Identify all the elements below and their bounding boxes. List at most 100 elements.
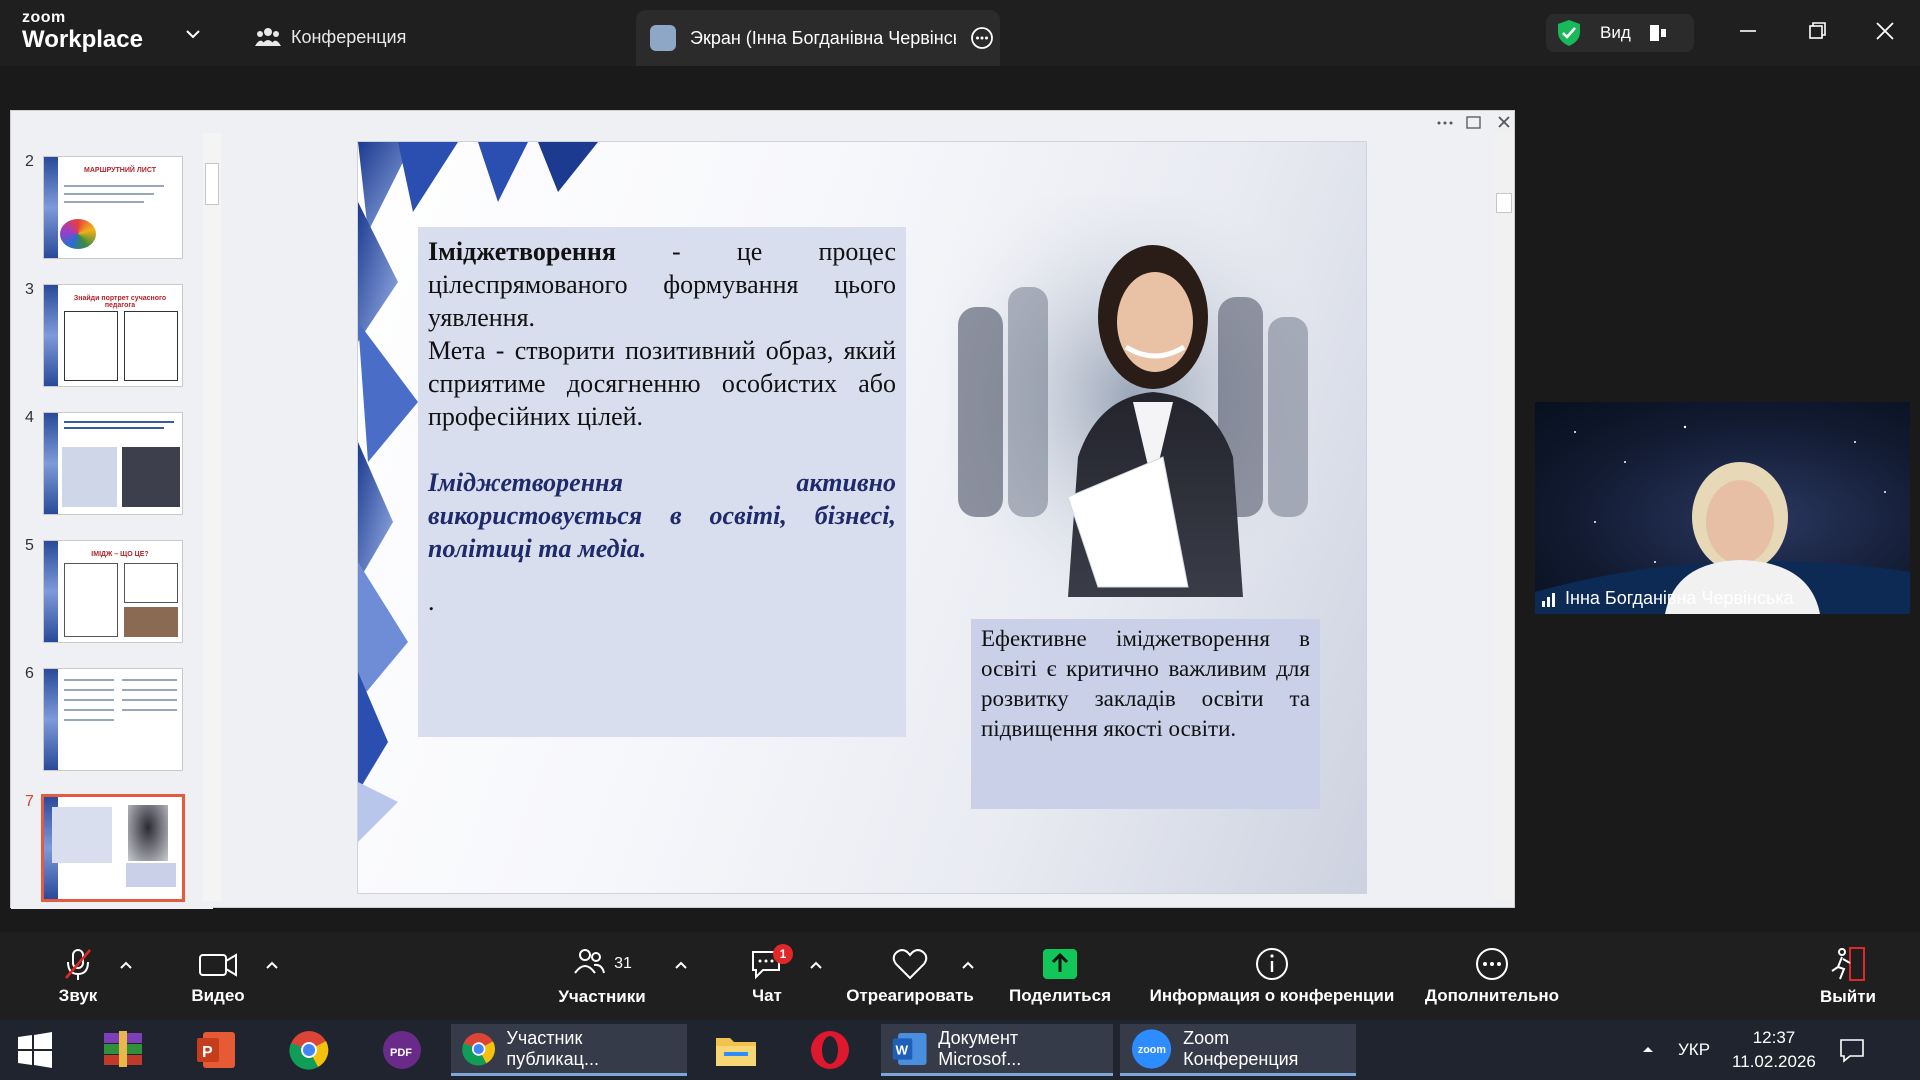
definition-paragraph: Іміджетворення - це процес цілеспрямован… [428,235,896,334]
slide-thumbnail[interactable]: МАРШРУТНИЙ ЛИСТ [43,156,183,259]
more-button[interactable]: Дополнительно [1422,932,1562,1020]
slide-scrollbar[interactable] [1494,133,1514,899]
zoom-logo: zoom Workplace [22,10,143,52]
opera-icon [811,1031,849,1069]
term-bold: Іміджетворення [428,237,616,266]
slide-thumbnails-pane: 2 МАРШРУТНИЙ ЛИСТ 3 Знайди портрет сучас… [11,111,213,909]
clock-date: 11.02.2026 [1732,1052,1816,1071]
participants-count: 31 [614,955,632,972]
top-arrows-decoration [478,142,598,202]
video-button[interactable]: Видео [188,932,248,1020]
slide-thumbnail-selected[interactable] [41,794,185,902]
slide-text-box-secondary: Ефективне іміджетворення в освіті є крит… [971,619,1320,809]
shield-check-icon [1558,20,1580,46]
tab-conference-label: Конференция [291,26,407,47]
svg-text:PDF: PDF [390,1047,412,1059]
language-indicator[interactable]: УКР [1678,1040,1710,1060]
slide-thumbnail[interactable]: Знайди портрет сучасного педагога [43,284,183,387]
video-label: Видео [191,986,245,1005]
react-options-caret-icon[interactable] [960,958,976,974]
taskbar-window-chrome-label: Участник публикац... [506,1027,599,1069]
react-button[interactable]: Отреагировать [845,932,975,1020]
leave-button[interactable]: Выйти [1818,932,1878,1020]
participants-options-caret-icon[interactable] [673,958,689,974]
taskbar-window-zoom[interactable]: zoom Zoom Конференция [1120,1024,1356,1076]
svg-text:zoom: zoom [1138,1043,1166,1055]
thumbnails-scrollbar[interactable] [203,133,221,901]
chevron-down-icon[interactable] [183,24,203,44]
microphone-muted-icon [65,949,91,980]
slide-thumbnail[interactable] [43,412,183,515]
taskbar-powerpoint[interactable]: P [186,1024,246,1076]
more-icon [1476,948,1508,980]
system-tray: УКР 12:37 11.02.2026 [1640,1020,1866,1080]
meeting-info-button[interactable]: Информация о конференции [1145,932,1399,1020]
people-icon [255,28,281,46]
minimize-icon[interactable] [1733,16,1763,46]
thumb-title: МАРШРУТНИЙ ЛИСТ [84,167,156,174]
chat-label: Чат [752,986,782,1005]
taskbar-window-chrome[interactable]: Участник публикац... [451,1024,687,1076]
thumb-number: 6 [25,665,34,682]
more-options-icon[interactable] [970,26,994,50]
audio-label: Звук [58,986,98,1005]
view-layout-icon [1649,25,1666,41]
space-background [1535,425,1910,614]
chrome-icon [462,1032,495,1066]
participant-name: Інна Богданівна Червінська [1565,588,1794,608]
taskbar-window-word[interactable]: W Документ Microsof... [881,1024,1113,1076]
slide-thumbnail[interactable] [43,668,183,771]
chat-options-caret-icon[interactable] [808,958,824,974]
slide-thumbnail[interactable]: ІМІДЖ – ЩО ЦЕ? [43,540,183,643]
start-button[interactable] [10,1024,60,1076]
avatar [650,25,676,51]
tab-screen-share[interactable]: Экран (Інна Богданівна Червінська) [636,10,1000,66]
logo-small-text: zoom [22,9,66,26]
chrome-icon [289,1031,329,1070]
more-label: Дополнительно [1424,986,1560,1005]
notifications-icon[interactable] [1838,1036,1866,1064]
dot-paragraph: . [428,587,435,616]
zoom-app-icon: zoom [1131,1028,1172,1069]
taskbar-opera[interactable] [800,1024,860,1076]
title-bar: zoom Workplace Конференция Экран (Інна Б… [0,0,1920,66]
tab-conference[interactable]: Конференция [255,22,406,52]
pdf-app-icon: PDF [383,1031,421,1069]
taskbar-explorer[interactable] [706,1024,766,1076]
participants-icon [574,949,606,974]
windows-logo-icon [18,1032,52,1068]
video-options-caret-icon[interactable] [264,958,280,974]
close-icon[interactable] [1870,16,1900,46]
chat-unread-badge: 1 [773,944,793,964]
audio-options-caret-icon[interactable] [118,958,134,974]
participant-name-label: Інна Богданівна Червінська [1541,588,1794,609]
goal-paragraph: Мета - створити позитивний образ, який с… [428,336,896,431]
info-icon [1256,948,1288,980]
participant-video[interactable]: Інна Богданівна Червінська [1535,402,1910,614]
slide-window-controls [1437,116,1510,129]
clock[interactable]: 12:37 11.02.2026 [1732,1026,1816,1074]
thumb-number: 3 [25,281,34,298]
presentation-window: 2 МАРШРУТНИЙ ЛИСТ 3 Знайди портрет сучас… [10,110,1515,909]
taskbar-winrar[interactable] [93,1024,153,1076]
svg-text:P: P [202,1044,213,1061]
slide-text-box-main: Іміджетворення - це процес цілеспрямован… [418,227,906,737]
share-button[interactable]: Поделиться [1009,932,1111,1020]
thumb-title: ІМІДЖ – ЩО ЦЕ? [91,551,149,558]
windows-taskbar: P PDF Участник публикац... W Документ Mi… [0,1020,1920,1080]
participants-button[interactable]: 31 Участники [552,932,652,1020]
view-button[interactable]: Вид [1546,14,1694,52]
meeting-info-label: Информация о конференции [1149,986,1395,1005]
tab-screen-label: Экран (Інна Богданівна Червінська) [690,27,956,48]
powerpoint-icon: P [197,1032,235,1068]
taskbar-pdf[interactable]: PDF [372,1024,432,1076]
thumb-number: 5 [25,537,34,554]
taskbar-chrome[interactable] [279,1024,339,1076]
ellipsis-icon [1437,121,1453,125]
restore-icon[interactable] [1802,16,1832,46]
audio-button[interactable]: Звук [52,932,104,1020]
tray-expand-icon[interactable] [1640,1042,1656,1058]
participants-label: Участники [558,987,646,1006]
react-label: Отреагировать [846,986,974,1005]
camera-icon [199,953,237,977]
